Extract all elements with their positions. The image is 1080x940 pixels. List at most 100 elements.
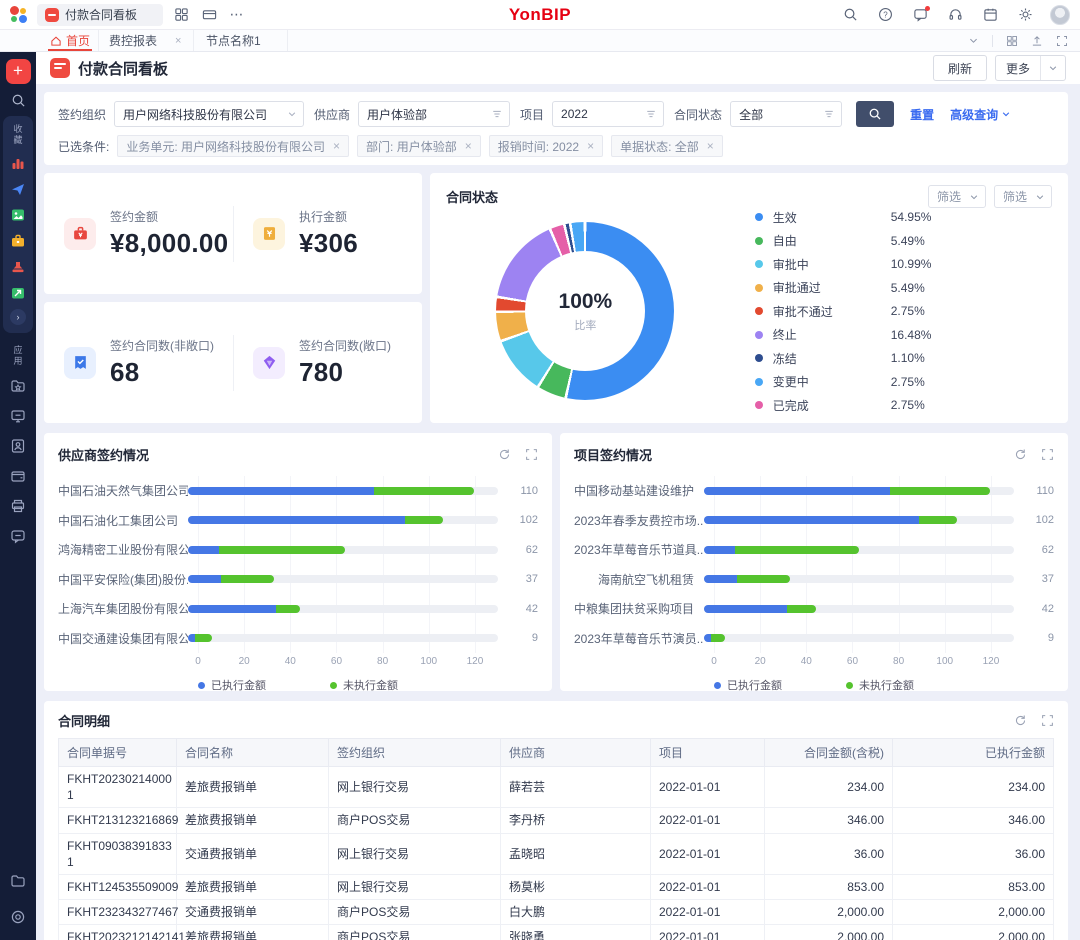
refresh-icon[interactable]: [498, 448, 511, 461]
table-column-header[interactable]: 合同名称: [177, 739, 329, 767]
table-column-header[interactable]: 供应商: [501, 739, 651, 767]
legend-item[interactable]: 终止 16.48%: [755, 326, 1005, 343]
card-view-icon[interactable]: [199, 5, 219, 25]
legend-item[interactable]: 已完成 2.75%: [755, 397, 1005, 414]
stamp-icon[interactable]: [5, 254, 31, 280]
bar-row[interactable]: 中粮集团扶贫采购项目42: [574, 594, 1054, 624]
table-row[interactable]: FKHT124535509009差旅费报销单网上银行交易杨莫彬2022-01-0…: [59, 874, 1054, 899]
reset-link[interactable]: 重置: [910, 106, 934, 123]
expand-icon[interactable]: [525, 448, 538, 461]
legend-item[interactable]: 自由 5.49%: [755, 232, 1005, 249]
bar-row[interactable]: 海南航空飞机租赁37: [574, 565, 1054, 595]
headset-icon[interactable]: [945, 5, 965, 25]
wallet-icon[interactable]: [5, 463, 31, 489]
legend-item[interactable]: 冻结 1.10%: [755, 350, 1005, 367]
more-dots-icon[interactable]: ⋯: [227, 5, 247, 25]
table-row[interactable]: FKHT090383918331交通费报销单网上银行交易孟晓昭2022-01-0…: [59, 833, 1054, 874]
bar-row[interactable]: 中国交通建设集团有限公司9: [58, 624, 538, 654]
gear-icon[interactable]: [1015, 5, 1035, 25]
window-tab-payment-dashboard[interactable]: 付款合同看板: [37, 4, 163, 26]
user-avatar[interactable]: [1050, 5, 1070, 25]
bar-row[interactable]: 2023年草莓音乐节道具...62: [574, 535, 1054, 565]
bar-row[interactable]: 2023年春季友费控市场...102: [574, 506, 1054, 536]
grid-small-icon[interactable]: [1006, 35, 1018, 47]
settings-target-icon[interactable]: [5, 904, 31, 930]
filter-select-0[interactable]: 筛选: [928, 185, 986, 208]
close-tab-icon[interactable]: ×: [175, 35, 181, 47]
table-column-header[interactable]: 合同金额(含税): [765, 739, 893, 767]
table-column-header[interactable]: 签约组织: [329, 739, 501, 767]
share-icon[interactable]: [5, 280, 31, 306]
legend-item[interactable]: 已执行金额: [714, 677, 782, 693]
send-icon[interactable]: [5, 176, 31, 202]
bar-row[interactable]: 2023年草莓音乐节演员...9: [574, 624, 1054, 654]
table-column-header[interactable]: 已执行金额: [893, 739, 1054, 767]
left-sidebar: + 收藏 › 应用: [0, 52, 36, 940]
image-icon[interactable]: [5, 202, 31, 228]
advanced-query-link[interactable]: 高级查询: [950, 106, 1011, 123]
table-column-header[interactable]: 合同单据号: [59, 739, 177, 767]
help-icon[interactable]: ?: [875, 5, 895, 25]
contract-status-donut-chart[interactable]: 100% 比率: [496, 222, 674, 400]
legend-item[interactable]: 未执行金额: [330, 677, 398, 693]
upload-icon[interactable]: [1031, 35, 1043, 47]
legend-item[interactable]: 已执行金额: [198, 677, 266, 693]
more-button[interactable]: 更多: [995, 55, 1066, 81]
legend-item[interactable]: 审批中 10.99%: [755, 256, 1005, 273]
message-icon[interactable]: [910, 5, 930, 25]
filter-select-1[interactable]: 筛选: [994, 185, 1052, 208]
sidebar-search-icon[interactable]: [11, 93, 26, 108]
refresh-icon[interactable]: [1014, 714, 1027, 727]
folder-icon[interactable]: [5, 868, 31, 894]
add-button[interactable]: +: [6, 59, 31, 84]
remove-tag-icon[interactable]: ×: [465, 139, 472, 153]
printer-icon[interactable]: [5, 493, 31, 519]
monitor-chat-icon[interactable]: [5, 403, 31, 429]
tab-home[interactable]: 首页: [42, 30, 98, 51]
filter-input-1[interactable]: 用户体验部: [358, 101, 510, 127]
remove-tag-icon[interactable]: ×: [587, 139, 594, 153]
remove-tag-icon[interactable]: ×: [333, 139, 340, 153]
table-column-header[interactable]: 项目: [651, 739, 765, 767]
bar-row[interactable]: 上海汽车集团股份有限公司42: [58, 594, 538, 624]
filter-input-0[interactable]: 用户网络科技股份有限公司: [114, 101, 304, 127]
refresh-button[interactable]: 刷新: [933, 55, 987, 81]
legend-dot: [755, 237, 763, 245]
legend-item[interactable]: 审批通过 5.49%: [755, 279, 1005, 296]
bar-row[interactable]: 中国移动基站建设维护110: [574, 476, 1054, 506]
tab-expense-report[interactable]: 费控报表 ×: [98, 30, 194, 51]
expand-icon[interactable]: [1041, 448, 1054, 461]
chat-icon[interactable]: [5, 523, 31, 549]
workbench-grid-icon[interactable]: [171, 5, 191, 25]
bar-row[interactable]: 鸿海精密工业股份有限公司62: [58, 535, 538, 565]
search-icon[interactable]: [840, 5, 860, 25]
table-row[interactable]: FKHT2023212142141差旅费报销单商户POS交易张晓勇2022-01…: [59, 925, 1054, 940]
table-row[interactable]: FKHT213123216869差旅费报销单商户POS交易李丹桥2022-01-…: [59, 808, 1054, 833]
chevron-down-icon[interactable]: [968, 35, 979, 46]
table-row[interactable]: FKHT202302140001差旅费报销单网上银行交易薛若芸2022-01-0…: [59, 767, 1054, 808]
folder-star-icon[interactable]: [5, 373, 31, 399]
refresh-icon[interactable]: [1014, 448, 1027, 461]
chevron-down-icon[interactable]: [1040, 56, 1065, 80]
favorites-expand-icon[interactable]: ›: [10, 309, 26, 325]
expand-icon[interactable]: [1041, 714, 1054, 727]
bar-row[interactable]: 中国平安保险(集团)股份...37: [58, 565, 538, 595]
bar-row[interactable]: 中国石油化工集团公司102: [58, 506, 538, 536]
legend-item[interactable]: 未执行金额: [846, 677, 914, 693]
briefcase-icon[interactable]: [5, 228, 31, 254]
legend-item[interactable]: 变更中 2.75%: [755, 373, 1005, 390]
legend-item[interactable]: 生效 54.95%: [755, 209, 1005, 226]
chart-icon[interactable]: [5, 150, 31, 176]
bar-row[interactable]: 中国石油天然气集团公司110: [58, 476, 538, 506]
calendar-icon[interactable]: [980, 5, 1000, 25]
doc-user-icon[interactable]: [5, 433, 31, 459]
table-row[interactable]: FKHT232343277467交通费报销单商户POS交易白大鹏2022-01-…: [59, 900, 1054, 925]
remove-tag-icon[interactable]: ×: [707, 139, 714, 153]
table-cell: 交通费报销单: [177, 833, 329, 874]
expand-icon[interactable]: [1056, 35, 1068, 47]
search-button[interactable]: [856, 101, 894, 127]
filter-input-3[interactable]: 全部: [730, 101, 842, 127]
tab-node-name[interactable]: 节点名称1: [194, 30, 288, 51]
legend-item[interactable]: 审批不通过 2.75%: [755, 303, 1005, 320]
filter-input-2[interactable]: 2022: [552, 101, 664, 127]
